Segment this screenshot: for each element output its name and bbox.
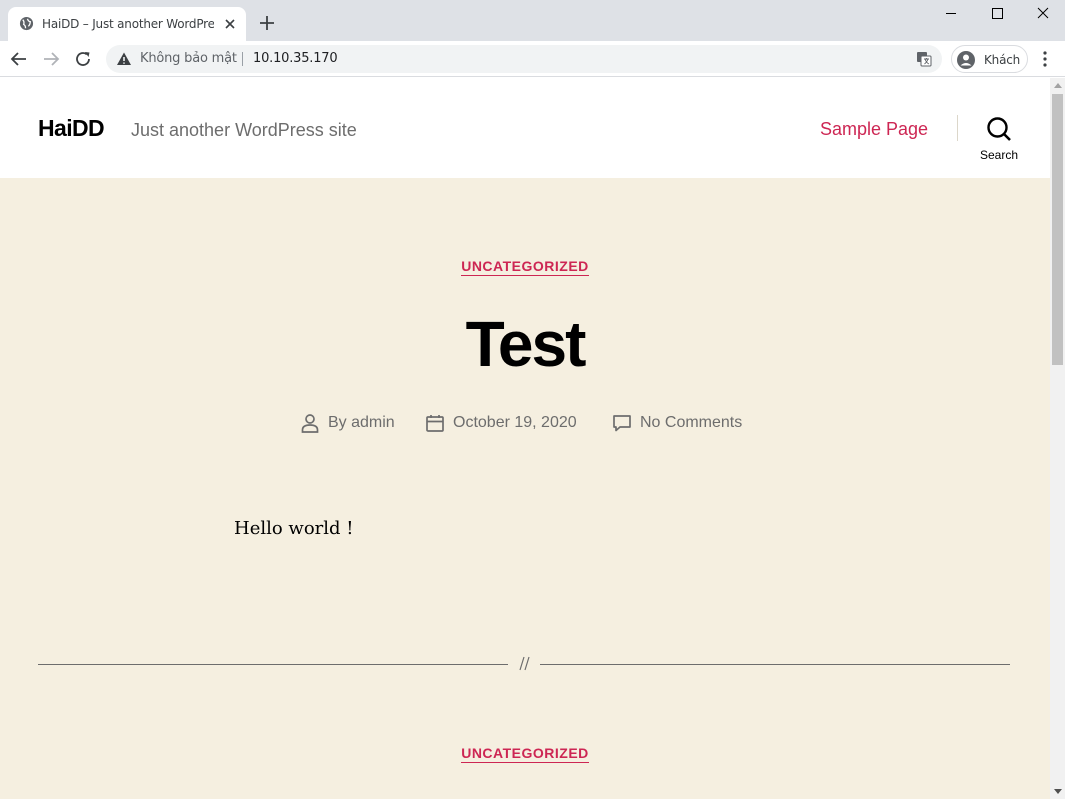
tab-strip: HaiDD – Just another WordPress site <box>0 0 1065 41</box>
browser-toolbar: Không bảo mật 10.10.35.170 Khách <box>0 41 1065 77</box>
post-comments: No Comments <box>612 411 762 435</box>
post-separator-left <box>38 664 508 665</box>
browser-tab[interactable]: HaiDD – Just another WordPress site <box>8 7 246 41</box>
post-separator-right <box>540 664 1010 665</box>
post-author-link[interactable]: By admin <box>328 413 395 433</box>
site-description: Just another WordPress site <box>131 120 357 140</box>
forward-icon[interactable] <box>42 50 60 68</box>
kebab-menu-icon[interactable] <box>1036 50 1054 68</box>
profile-label: Khách <box>984 53 1021 67</box>
reload-icon[interactable] <box>74 50 92 68</box>
page-viewport: HaiDD Just another WordPress site Sample… <box>0 78 1050 799</box>
comment-icon <box>613 415 631 432</box>
scrollbar-thumb[interactable] <box>1052 94 1063 365</box>
separator-slashes-icon <box>519 656 530 671</box>
post-date-link[interactable]: October 19, 2020 <box>453 413 577 433</box>
search-icon <box>987 117 1011 141</box>
minimize-icon[interactable] <box>928 0 974 28</box>
category-link-block: UNCATEGORIZED <box>0 744 1050 763</box>
url-text[interactable]: 10.10.35.170 <box>253 51 338 67</box>
scroll-up-arrow-icon[interactable] <box>1054 83 1062 88</box>
search-button[interactable]: Search <box>972 114 1026 162</box>
address-bar[interactable]: Không bảo mật 10.10.35.170 <box>106 45 942 73</box>
translate-icon[interactable] <box>916 51 932 67</box>
maximize-icon[interactable] <box>974 0 1020 28</box>
vertical-scrollbar[interactable] <box>1050 78 1065 799</box>
tab-title: HaiDD – Just another WordPress site <box>42 17 214 31</box>
user-icon <box>301 414 319 433</box>
category-link-block: UNCATEGORIZED <box>0 257 1050 276</box>
category-link[interactable]: UNCATEGORIZED <box>461 258 589 276</box>
search-label: Search <box>979 148 1019 162</box>
avatar-icon <box>957 51 975 69</box>
post-date: October 19, 2020 <box>425 411 595 435</box>
post-title[interactable]: Test <box>0 308 1050 380</box>
profile-button[interactable]: Khách <box>951 45 1028 73</box>
globe-icon <box>19 16 34 31</box>
post-comments-link[interactable]: No Comments <box>640 413 742 433</box>
security-label[interactable]: Không bảo mật <box>140 51 237 67</box>
post-content: Hello world ! <box>234 518 354 539</box>
site-title[interactable]: HaiDD <box>38 114 105 142</box>
close-icon[interactable] <box>222 16 238 32</box>
post-author: By admin <box>300 411 410 435</box>
omnibox-divider <box>242 52 243 66</box>
scroll-down-arrow-icon[interactable] <box>1054 789 1062 794</box>
category-link[interactable]: UNCATEGORIZED <box>461 745 589 763</box>
window-close-icon[interactable] <box>1020 0 1065 28</box>
header-divider <box>957 115 958 141</box>
new-tab-icon[interactable] <box>258 14 276 32</box>
nav-link-sample-page[interactable]: Sample Page <box>820 117 928 141</box>
calendar-icon <box>426 415 444 432</box>
warning-icon[interactable] <box>116 51 132 67</box>
back-icon[interactable] <box>10 50 28 68</box>
site-header: HaiDD Just another WordPress site Sample… <box>0 78 1050 178</box>
